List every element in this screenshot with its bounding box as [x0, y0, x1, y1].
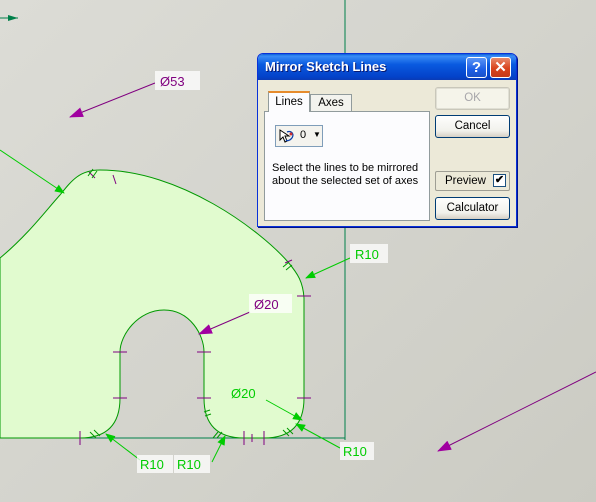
leader-diagonal-purple: [437, 371, 596, 452]
calculator-button[interactable]: Calculator: [435, 197, 510, 220]
cancel-button[interactable]: Cancel: [435, 115, 510, 138]
leader-left-green: [0, 149, 65, 194]
dialog-titlebar[interactable]: Mirror Sketch Lines ? ✕: [258, 54, 516, 80]
axis-marker-arrow: [8, 15, 18, 21]
dim-r10-top-right[interactable]: R10: [355, 247, 379, 262]
dim-r10-bottom-right[interactable]: R10: [343, 444, 367, 459]
leader-dia-53: [69, 82, 156, 118]
leader-r10-bottom-right: [295, 423, 341, 449]
dim-r10-bottom-middle[interactable]: R10: [177, 457, 201, 472]
preview-checkbox[interactable]: ✔: [493, 174, 506, 187]
preview-toggle[interactable]: Preview ✔: [435, 171, 510, 191]
leader-r10-bottom-middle: [211, 435, 226, 463]
close-button[interactable]: ✕: [490, 57, 511, 78]
tab-axes[interactable]: Axes: [310, 94, 352, 112]
dim-dia-20-lower[interactable]: Ø20: [231, 386, 256, 401]
selection-count: 0: [300, 129, 307, 141]
dim-dia-20-slot[interactable]: Ø20: [254, 297, 279, 312]
help-button[interactable]: ?: [466, 57, 487, 78]
tab-lines[interactable]: Lines: [268, 91, 310, 112]
dialog-title: Mirror Sketch Lines: [265, 59, 387, 74]
select-lines-icon: [278, 128, 296, 144]
instruction-text: Select the lines to be mirrored about th…: [272, 162, 419, 187]
dim-r10-bottom-left[interactable]: R10: [140, 457, 164, 472]
preview-label: Preview: [445, 175, 486, 187]
tab-page-lines: 0 ▼ Select the lines to be mirrored abou…: [264, 111, 430, 221]
leader-r10-top-right: [305, 257, 351, 279]
ok-button[interactable]: OK: [435, 87, 510, 110]
dropdown-arrow-icon[interactable]: ▼: [313, 130, 321, 139]
dim-dia-53[interactable]: Ø53: [160, 74, 185, 89]
tab-panel: Lines Axes 0 ▼ Select the lines to be mi…: [264, 86, 430, 221]
lines-selector[interactable]: 0 ▼: [275, 125, 323, 147]
mirror-sketch-lines-dialog: Mirror Sketch Lines ? ✕ Lines Axes 0 ▼ S…: [257, 53, 517, 227]
